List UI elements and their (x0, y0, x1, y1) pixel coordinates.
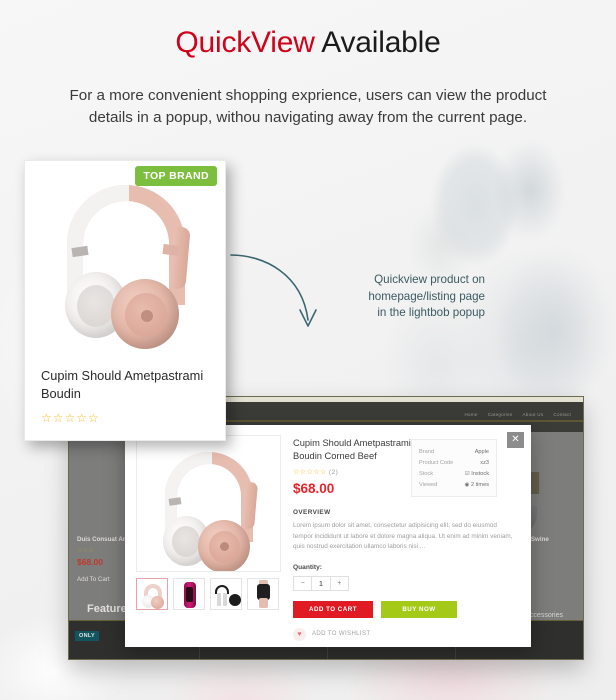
thumbnail-fitness-band[interactable] (173, 578, 205, 610)
annotation-text: Quickview product on homepage/listing pa… (340, 272, 485, 322)
quickview-thumbnail-strip[interactable] (136, 578, 281, 610)
attribute-row-product-code: Product Code xz3 (419, 457, 489, 468)
attribute-value-brand: Apple (474, 448, 489, 455)
thumbnail-speaker-earbuds[interactable] (210, 578, 242, 610)
quickview-review-count: (2) (328, 469, 339, 476)
status-badge: TOP BRAND (135, 166, 217, 186)
attribute-value-product-code: xz3 (480, 459, 489, 466)
quantity-stepper[interactable]: − 1 + (293, 575, 349, 591)
badge-only: ONLY (75, 631, 99, 641)
quickview-attributes: Brand Apple Product Code xz3 Stock ☑ Ins… (411, 439, 497, 497)
buy-now-button[interactable]: BUY NOW (381, 600, 457, 618)
thumbnail-headphones[interactable] (136, 578, 168, 610)
nav-item-about[interactable]: About Us (522, 412, 543, 417)
annotation-line-3: in the lightbob popup (377, 306, 485, 319)
page-title-highlight: QuickView (175, 26, 315, 59)
attribute-row-brand: Brand Apple (419, 446, 489, 457)
attribute-label-product-code: Product Code (419, 459, 454, 466)
nav-item-home[interactable]: Home (464, 412, 477, 417)
nav-item-contact[interactable]: Contact (553, 412, 571, 417)
quickview-main-image[interactable] (136, 435, 281, 572)
quickview-modal: ✕ Cupim Should Ametpastrami Boudin Corne… (125, 425, 531, 647)
nav-item-categories[interactable]: Categories (488, 412, 513, 417)
annotation-line-1: Quickview product on (374, 273, 485, 286)
overview-heading: OVERVIEW (293, 509, 331, 516)
add-to-wishlist-button[interactable]: ♥ ADD TO WISHLIST (293, 627, 521, 641)
quickview-actions: ADD TO CART BUY NOW (293, 600, 521, 618)
attribute-row-viewed: Viewed ◉ 2 times (419, 479, 489, 490)
thumbnail-smartwatch[interactable] (247, 578, 279, 610)
quantity-label: Quantity: (293, 563, 322, 571)
add-to-cart-button[interactable]: ADD TO CART (293, 600, 373, 618)
overview-text: Lorem ipsum dolor sit amet, consectetur … (293, 522, 513, 550)
annotation-line-2: homepage/listing page (368, 289, 485, 303)
attribute-label-brand: Brand (419, 448, 434, 455)
attribute-value-viewed: ◉ 2 times (464, 481, 489, 488)
browser-nav[interactable]: Home Categories About Us Contact (464, 412, 571, 417)
quantity-increment-button[interactable]: + (331, 577, 348, 590)
quickview-stars: ☆☆☆☆☆ (293, 469, 327, 476)
heart-icon: ♥ (293, 627, 306, 641)
quantity-decrement-button[interactable]: − (294, 577, 311, 590)
product-image-headphones[interactable] (25, 167, 227, 367)
page-title: QuickView Available (0, 26, 616, 60)
attribute-value-stock: ☑ Instock (464, 470, 489, 477)
page-root: QuickView Available For a more convenien… (0, 0, 616, 700)
product-card[interactable]: TOP BRAND Cupim Should Ametpastrami Boud… (24, 160, 226, 441)
product-card-rating: ☆☆☆☆☆ (41, 411, 100, 425)
attribute-label-stock: Stock (419, 470, 433, 477)
attribute-row-stock: Stock ☑ Instock (419, 468, 489, 479)
page-title-rest: Available (314, 26, 441, 59)
quickview-gallery (136, 435, 281, 610)
page-subtitle: For a more convenient shopping exprience… (69, 87, 547, 126)
quantity-input[interactable]: 1 (311, 576, 331, 590)
add-to-wishlist-label: ADD TO WISHLIST (312, 631, 371, 637)
pointer-arrow-icon (230, 254, 317, 327)
attribute-label-viewed: Viewed (419, 481, 438, 488)
product-card-title[interactable]: Cupim Should Ametpastrami Boudin (41, 367, 216, 403)
quickview-info: Cupim Should Ametpastrami Boudin Corned … (293, 437, 521, 641)
